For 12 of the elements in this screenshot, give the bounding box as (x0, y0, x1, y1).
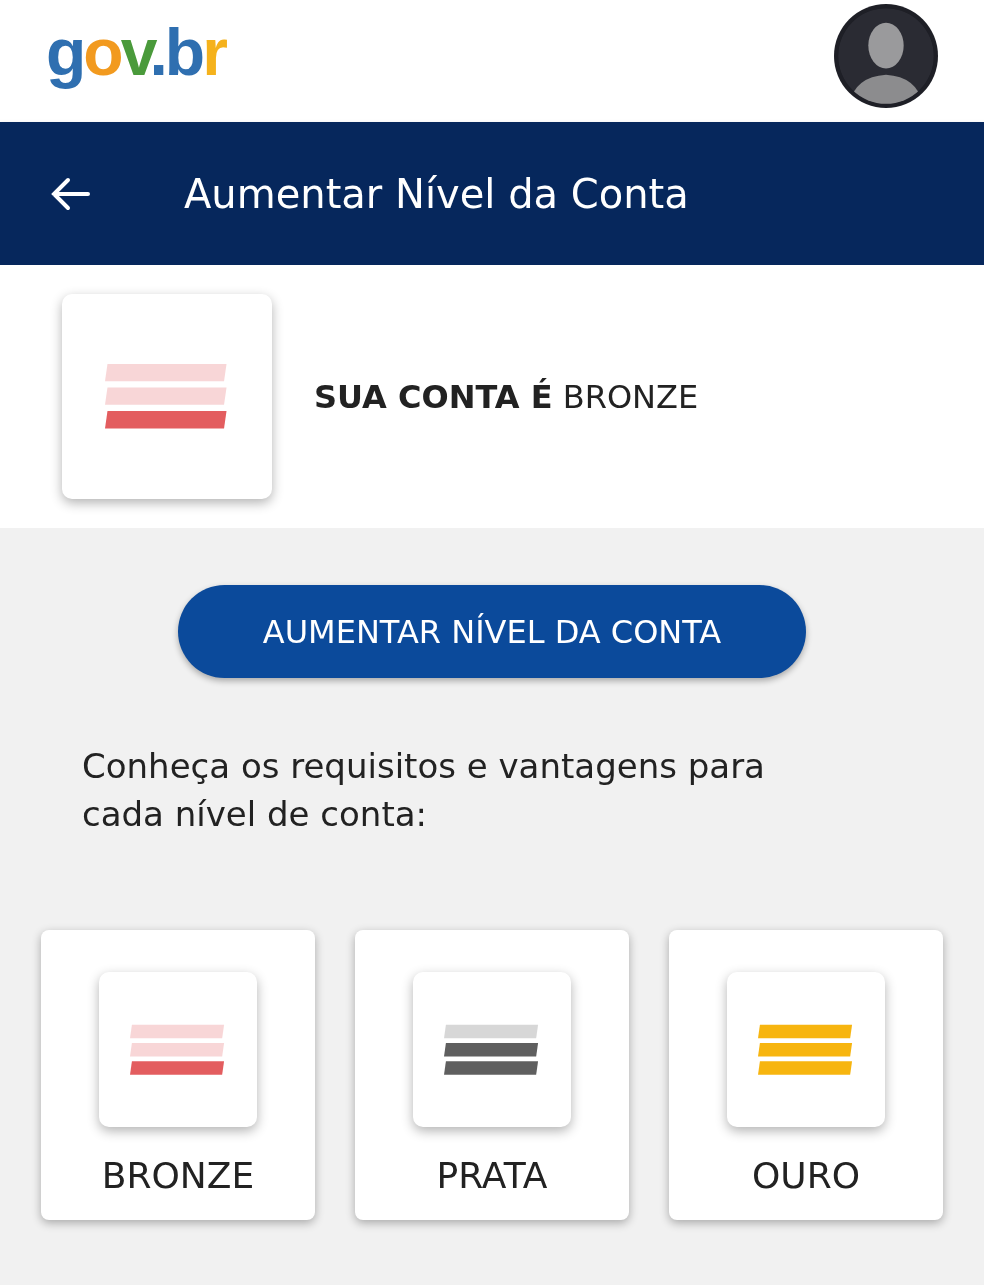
page-title: Aumentar Nível da Conta (184, 170, 689, 217)
increase-level-button[interactable]: AUMENTAR NÍVEL DA CONTA (178, 585, 806, 678)
account-level-text: SUA CONTA É BRONZE (314, 377, 699, 416)
level-option-card[interactable]: OURO (669, 930, 943, 1220)
level-option-card[interactable]: PRATA (355, 930, 629, 1220)
back-arrow-icon[interactable] (50, 176, 90, 211)
intro-text: Conheça os requisitos e vantagens para cada nível de conta: (82, 745, 766, 836)
avatar-icon[interactable] (834, 4, 938, 108)
level-name: BRONZE (101, 1155, 255, 1196)
level-option-card[interactable]: BRONZE (41, 930, 315, 1220)
level-name: PRATA (436, 1155, 548, 1196)
level-name: OURO (751, 1155, 860, 1196)
